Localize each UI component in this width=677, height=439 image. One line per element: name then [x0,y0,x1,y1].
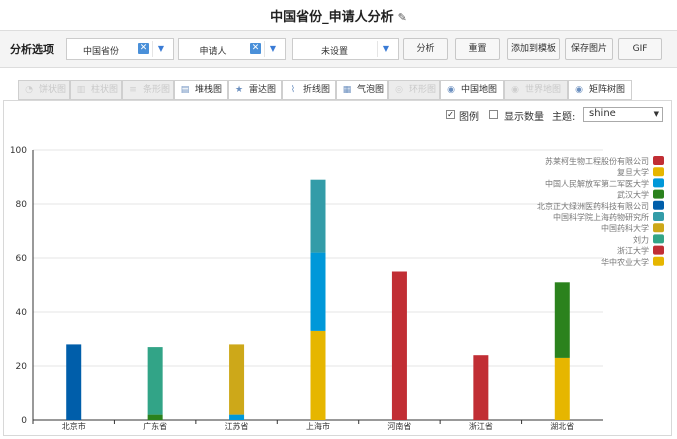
x-tick-label: 湖北省 [550,421,574,431]
legend-swatch [653,212,664,221]
legend-swatch [653,189,664,199]
legend-swatch [653,234,664,244]
legend-label: 苏莱柯生物工程股份有限公司 [545,156,649,166]
y-tick-label: 0 [21,416,27,426]
bar-segment [147,414,163,420]
bar-segment [310,179,326,253]
legend-label: 浙江大学 [617,246,649,256]
legend-label: 复旦大学 [617,167,649,177]
bar-segment [147,347,163,415]
legend-swatch [653,245,664,255]
bar-segment [310,330,326,420]
bar-segment [310,252,326,331]
x-tick-label: 上海市 [306,421,330,431]
legend-label: 中国药科大学 [601,223,649,233]
legend-label: 中国科学院上海药物研究所 [553,212,649,222]
x-tick-label: 北京市 [62,421,86,431]
legend-label: 刘力 [633,234,649,244]
stacked-bar-chart: 0 20 40 60 80 100 北京市 广东省 江苏省 上海市 河南省 浙江省 湖北省 苏莱柯生物工程… [10,146,664,431]
x-tick-label: 江苏省 [225,421,249,431]
y-tick-label: 20 [16,362,28,372]
bar-segment [554,282,570,358]
bar-segment [66,344,82,420]
legend-swatch [653,200,664,210]
x-tick-label: 广东省 [143,421,167,431]
bar-segment [229,414,245,420]
bar-segment [554,357,570,420]
legend-swatch [653,156,664,165]
x-tick-label: 河南省 [387,421,411,431]
legend-label: 中国人民解放军第二军医大学 [545,178,649,188]
legend-label: 北京正大绿洲医药科技有限公司 [537,201,649,211]
y-tick-label: 80 [16,200,28,210]
y-tick-label: 40 [16,308,28,318]
legend-label: 华中农业大学 [601,257,649,267]
y-tick-label: 60 [16,254,28,264]
bar-segment [391,271,407,420]
legend-label: 武汉大学 [617,190,649,200]
legend-swatch [653,256,664,266]
legend-swatch [653,167,664,177]
legend-swatch [653,178,664,188]
legend-swatch [653,223,664,233]
x-tick-label: 浙江省 [469,421,493,431]
bar-segment [473,355,489,420]
bar-segment [229,344,245,415]
y-tick-label: 100 [10,146,27,156]
